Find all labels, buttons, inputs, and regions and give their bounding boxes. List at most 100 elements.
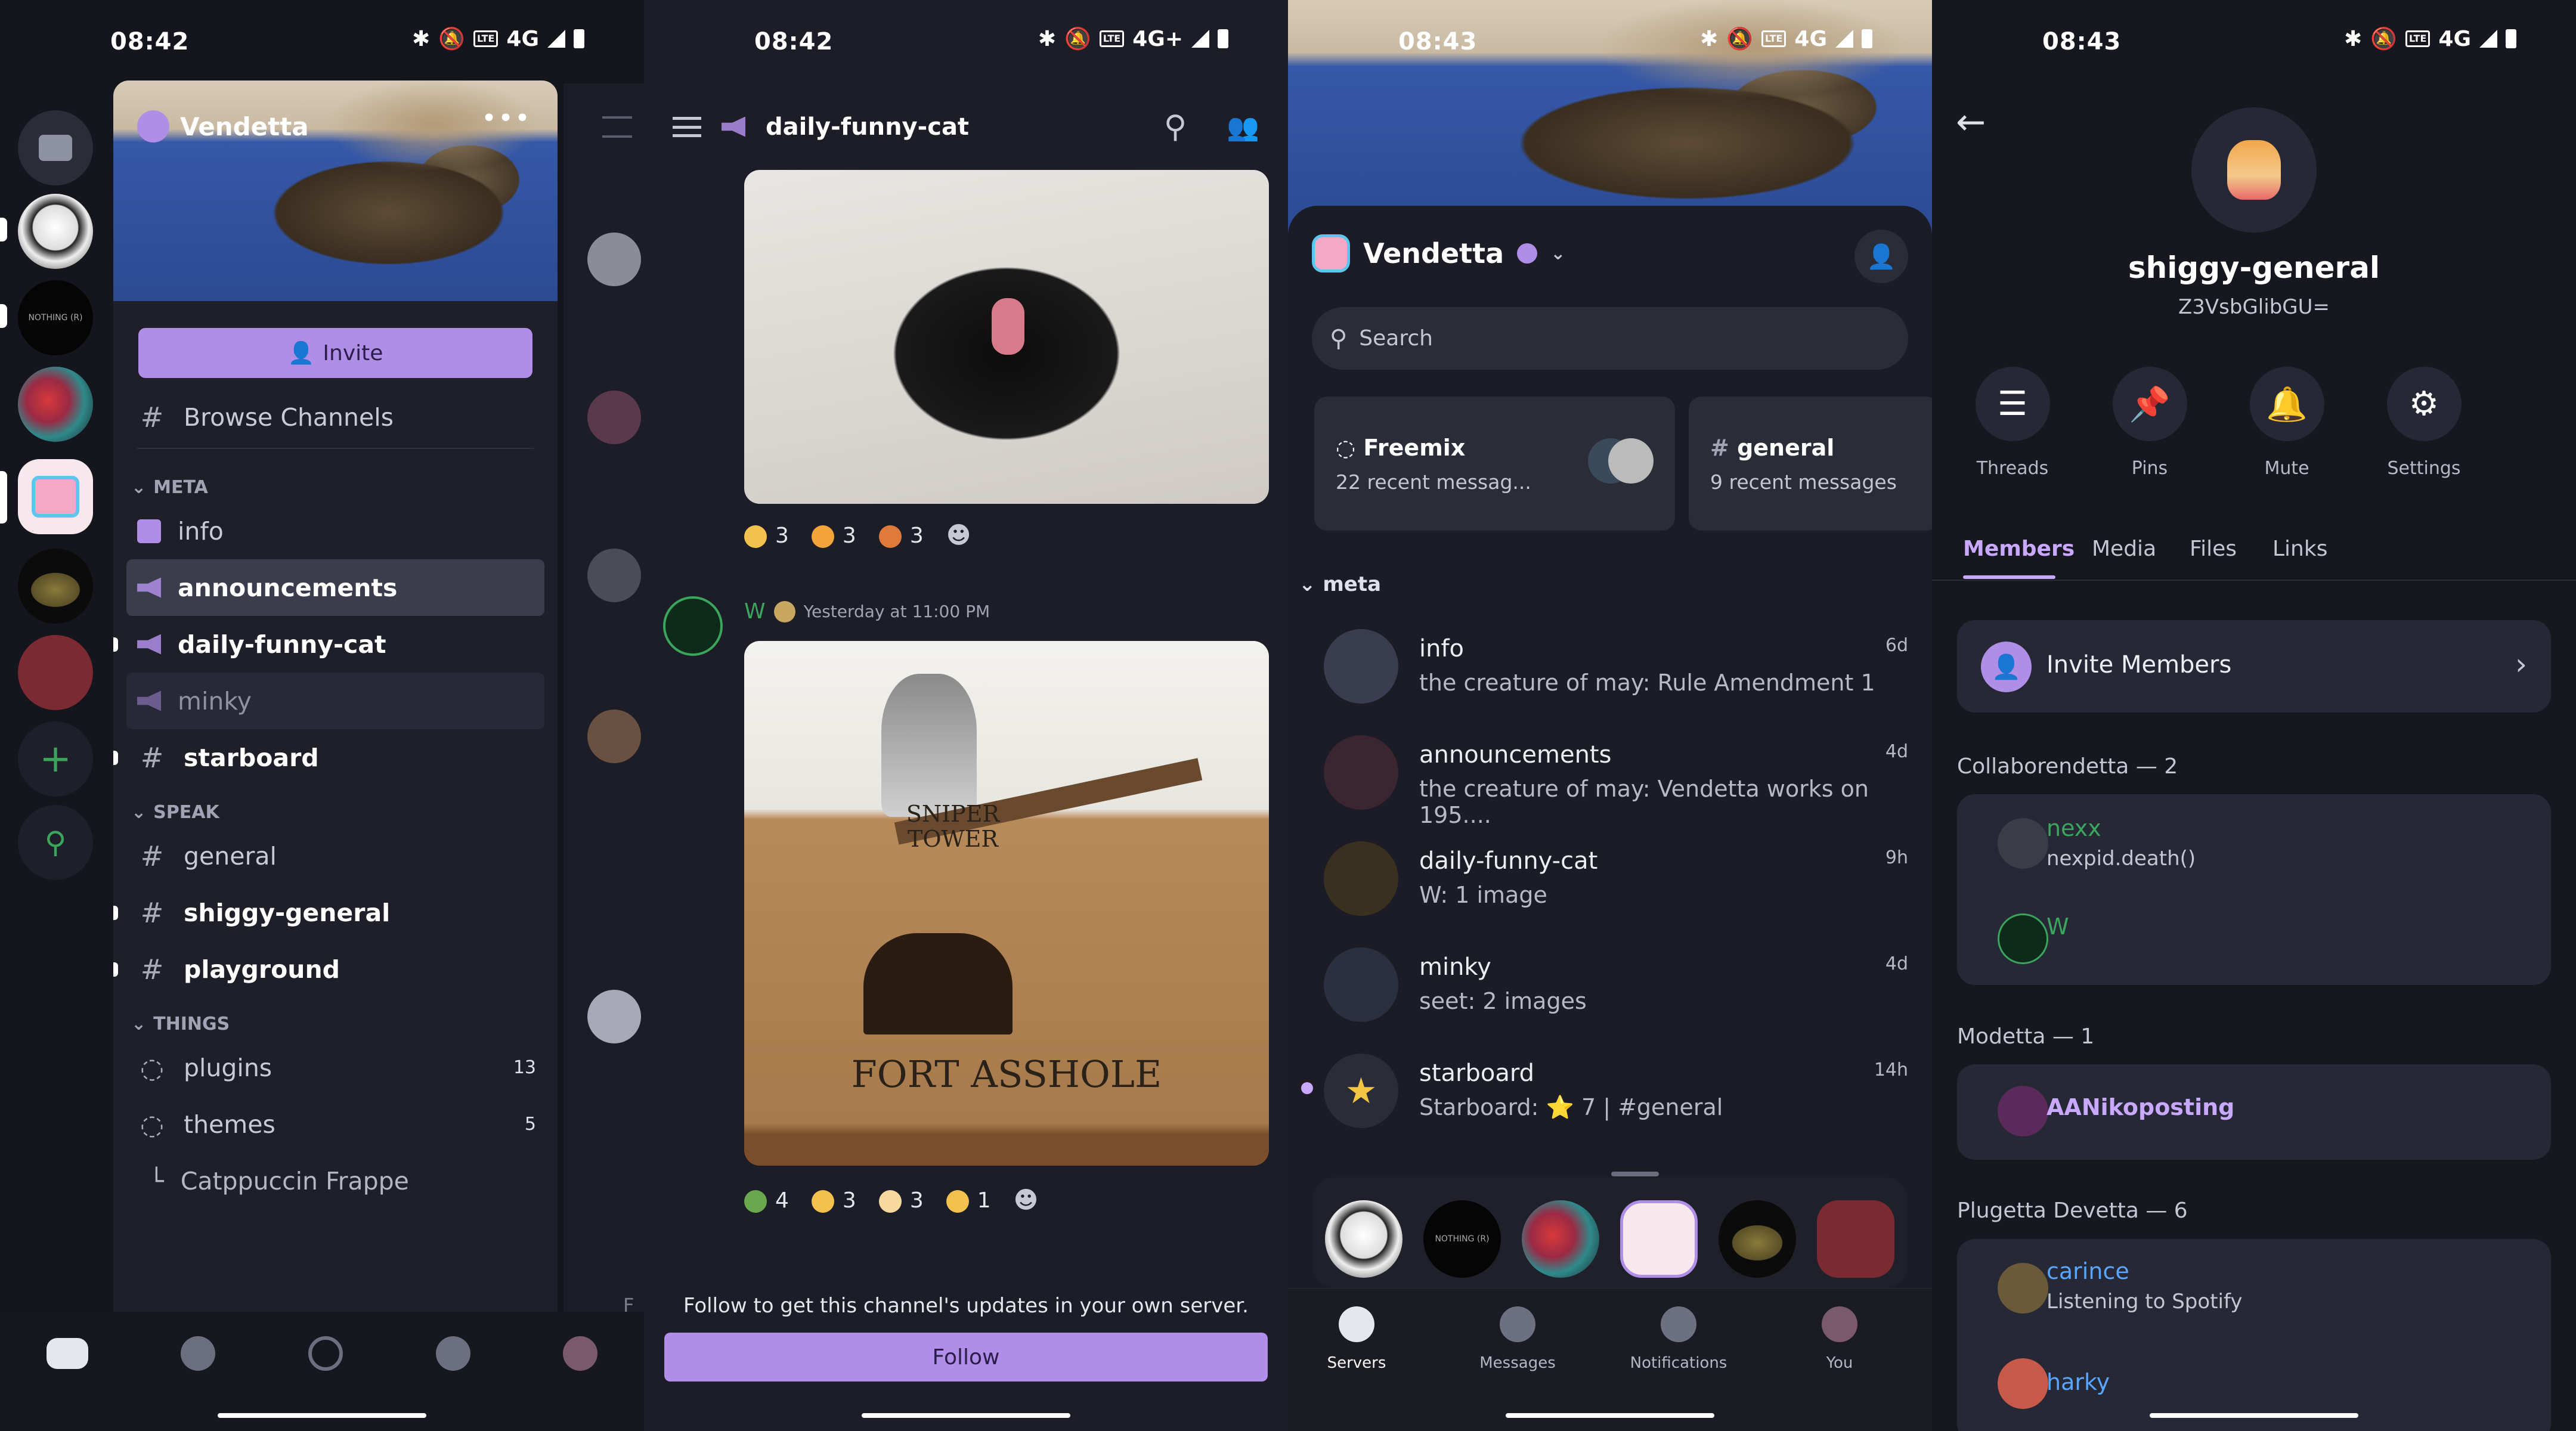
settings-button[interactable]: ⚙ Settings [2370, 367, 2478, 479]
channel-daily-funny-cat[interactable]: daily-funny-cat [113, 616, 558, 673]
channel-info[interactable]: info [113, 503, 558, 559]
channel-playground[interactable]: # playground [113, 941, 558, 998]
invite-members-button[interactable]: 👤 Invite Members › [1957, 620, 2551, 713]
channel-title: daily-funny-cat [766, 113, 970, 141]
channel-row-announcements[interactable]: announcements the creature of may: Vendet… [1324, 723, 1908, 828]
server-icon-manga[interactable] [18, 194, 93, 269]
hash-icon: # [140, 840, 164, 872]
pins-button[interactable]: 📌 Pins [2096, 367, 2203, 479]
tab-files[interactable]: Files [2190, 537, 2237, 561]
nav-servers[interactable]: Servers [1297, 1306, 1416, 1372]
add-reaction-icon[interactable]: ☻ [946, 522, 971, 549]
channel-general[interactable]: # general [113, 828, 558, 884]
friends-icon[interactable] [181, 1336, 216, 1371]
mute-button[interactable]: 🔔 Mute [2233, 367, 2340, 479]
menu-icon[interactable] [673, 116, 701, 137]
avatar[interactable] [1998, 1358, 2048, 1409]
dock-server-duo[interactable] [1817, 1200, 1894, 1278]
member-name[interactable]: W [2046, 913, 2069, 940]
shiggy-icon [2227, 140, 2281, 200]
message-image-sniper-cat[interactable]: SNIPER TOWER FORT ASSHOLE [744, 641, 1269, 1166]
browse-channels-button[interactable]: # Browse Channels [113, 389, 558, 445]
avatar [587, 549, 641, 602]
channel-minky[interactable]: minky [126, 673, 544, 729]
member-name[interactable]: harky [2046, 1369, 2110, 1395]
server-icon-vendetta[interactable] [18, 459, 93, 534]
channel-starboard[interactable]: # starboard [113, 729, 558, 786]
forum-themes[interactable]: ◌ themes 5 [113, 1096, 558, 1153]
nav-messages[interactable]: Messages [1458, 1306, 1577, 1372]
reaction-face[interactable]: 3 [811, 524, 856, 548]
thread-catppuccin[interactable]: └ Catppuccin Frappe [113, 1153, 558, 1209]
dock-server-manga[interactable] [1325, 1200, 1402, 1278]
avatar[interactable] [563, 1336, 598, 1371]
members-icon[interactable]: 👥 [1227, 111, 1259, 143]
server-icon-duo[interactable] [18, 635, 93, 710]
nav-you[interactable]: You [1780, 1306, 1899, 1372]
avatar[interactable] [1998, 913, 2048, 964]
bell-icon[interactable] [435, 1336, 470, 1371]
discord-home-icon[interactable] [46, 1338, 88, 1369]
dock-server-rock[interactable] [1719, 1200, 1796, 1278]
search-icon[interactable] [308, 1336, 343, 1371]
discover-servers-icon[interactable]: ⚲ [18, 805, 93, 880]
channel-announcements[interactable]: announcements [126, 559, 544, 616]
reaction-4[interactable]: 1 [946, 1188, 991, 1213]
direct-messages-icon[interactable] [18, 110, 93, 185]
channel-shiggy-general[interactable]: # shiggy-general [113, 884, 558, 941]
avatar[interactable] [1998, 818, 2048, 869]
channel-row-minky[interactable]: minky seet: 2 images 4d [1324, 936, 1908, 1037]
author-avatar[interactable] [663, 596, 723, 656]
add-member-button[interactable]: 👤 [1854, 230, 1908, 283]
forum-plugins[interactable]: ◌ plugins 13 [113, 1039, 558, 1096]
search-icon[interactable]: ⚲ [1164, 109, 1187, 145]
server-banner: Vendetta ••• [113, 80, 558, 301]
member-name[interactable]: nexx [2046, 815, 2101, 841]
member-name[interactable]: carince [2046, 1258, 2129, 1284]
message-image-black-cat[interactable] [744, 170, 1269, 504]
reaction-thumbs-down[interactable]: 3 [744, 524, 789, 548]
server-icon-rock[interactable] [18, 549, 93, 624]
invite-button[interactable]: 👤 Invite [138, 328, 532, 378]
tab-media[interactable]: Media [2092, 537, 2156, 561]
bluetooth-icon: ✱ [2344, 26, 2363, 51]
group-header: Plugetta Devetta — 6 [1957, 1198, 2188, 1223]
channel-row-starboard[interactable]: ★ starboard Starboard: ⭐ 7 | #general 14h [1324, 1042, 1908, 1143]
tab-members[interactable]: Members [1963, 537, 2075, 561]
chevron-down-icon: ⌄ [1550, 243, 1566, 264]
category-speak[interactable]: ⌄ SPEAK [113, 786, 558, 828]
author-name[interactable]: W [744, 599, 766, 624]
tab-links[interactable]: Links [2272, 537, 2327, 561]
server-icon-art[interactable] [18, 367, 93, 442]
category-meta[interactable]: ⌄ META [113, 461, 558, 503]
drag-handle[interactable] [1611, 1172, 1659, 1176]
search-input[interactable]: ⚲ Search [1312, 307, 1908, 370]
more-options-button[interactable]: ••• [481, 103, 531, 134]
active-thread-card-freemix[interactable]: ◌ Freemix 22 recent messag... [1314, 397, 1675, 531]
back-arrow-icon[interactable]: ← [1956, 101, 1986, 143]
avatar[interactable] [1998, 1086, 2048, 1136]
avatar[interactable] [1998, 1263, 2048, 1314]
bluetooth-icon: ✱ [1038, 26, 1057, 51]
active-channel-card-general[interactable]: # general 9 recent messages [1689, 397, 1932, 531]
dock-server-nothing[interactable]: NOTHING (R) [1423, 1200, 1501, 1278]
channel-row-daily-funny-cat[interactable]: daily-funny-cat W: 1 image 9h [1324, 829, 1908, 931]
server-icon-nothing[interactable]: NOTHING (R) [18, 280, 93, 355]
add-reaction-icon[interactable]: ☻ [1014, 1187, 1039, 1214]
reaction-2[interactable]: 3 [811, 1188, 856, 1213]
channel-chat-screen: 08:42 ✱ 🔕 LTE 4G+ daily-funny-cat ⚲ 👥 3 3 3… [644, 0, 1288, 1431]
dock-server-art[interactable] [1522, 1200, 1599, 1278]
category-things[interactable]: ⌄ THINGS [113, 998, 558, 1039]
reaction-cat[interactable]: 3 [878, 524, 924, 548]
follow-button[interactable]: Follow [664, 1333, 1268, 1382]
channel-row-info[interactable]: info the creature of may: Rule Amendment … [1324, 617, 1908, 718]
server-title[interactable]: Vendetta ⌄ [1312, 234, 1565, 272]
threads-button[interactable]: ☰ Threads [1959, 367, 2066, 479]
add-server-icon[interactable]: + [18, 721, 93, 797]
member-name[interactable]: AANikoposting [2046, 1094, 2234, 1120]
nav-notifications[interactable]: Notifications [1619, 1306, 1738, 1372]
reaction-1[interactable]: 4 [744, 1188, 789, 1213]
dock-server-vendetta[interactable] [1620, 1200, 1698, 1278]
category-meta[interactable]: ⌄ meta [1299, 572, 1381, 596]
reaction-3[interactable]: 3 [878, 1188, 924, 1213]
